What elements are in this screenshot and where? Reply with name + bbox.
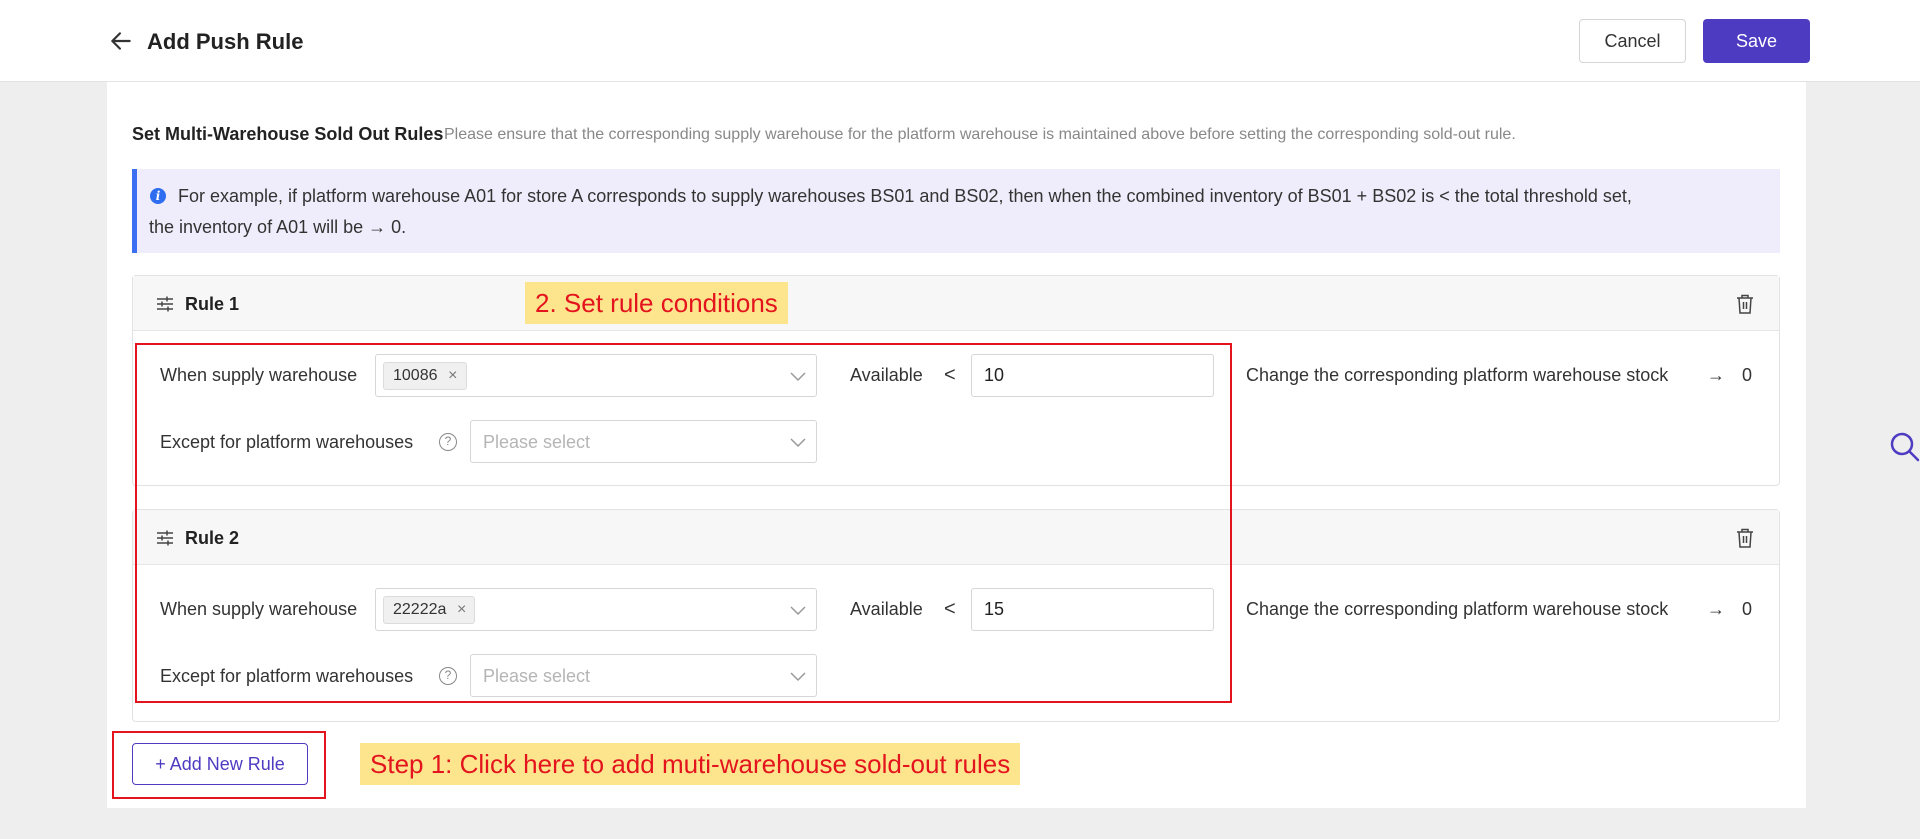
info-icon: i — [150, 188, 166, 204]
rule-title: Rule 1 — [185, 294, 240, 314]
change-stock-label: Change the corresponding platform wareho… — [1246, 599, 1669, 619]
rule-header: Rule 1 — [133, 276, 1779, 331]
section-title: Set Multi-Warehouse Sold Out Rules — [132, 124, 444, 144]
arrow-right-icon: → — [1707, 365, 1725, 385]
info-text-line-1: For example, if platform warehouse A01 f… — [178, 186, 1632, 206]
step1-annotation: Step 1: Click here to add muti-warehouse… — [360, 743, 1021, 785]
header: Add Push Rule Cancel Save — [0, 0, 1920, 82]
save-button[interactable]: Save — [1703, 19, 1810, 63]
search-icon[interactable] — [1888, 430, 1920, 462]
page-title: Add Push Rule — [147, 29, 304, 54]
trash-icon[interactable] — [1736, 294, 1754, 314]
arrow-right-icon: → — [1707, 599, 1725, 619]
info-banner — [132, 169, 1780, 253]
change-stock-label: Change the corresponding platform wareho… — [1246, 365, 1669, 385]
step2-annotation: 2. Set rule conditions — [525, 282, 788, 324]
add-rule-highlight — [112, 731, 326, 799]
section-hint: Please ensure that the corresponding sup… — [444, 126, 1516, 143]
info-text-line-2: the inventory of A01 will be → 0. — [149, 217, 407, 237]
target-stock-value: 0 — [1742, 599, 1753, 619]
arrow-left-icon[interactable] — [108, 28, 134, 54]
target-stock-value: 0 — [1742, 365, 1753, 385]
cancel-button[interactable]: Cancel — [1579, 19, 1686, 63]
rule-conditions-highlight — [135, 343, 1232, 703]
sliders-icon — [157, 296, 173, 312]
trash-icon[interactable] — [1736, 528, 1754, 548]
